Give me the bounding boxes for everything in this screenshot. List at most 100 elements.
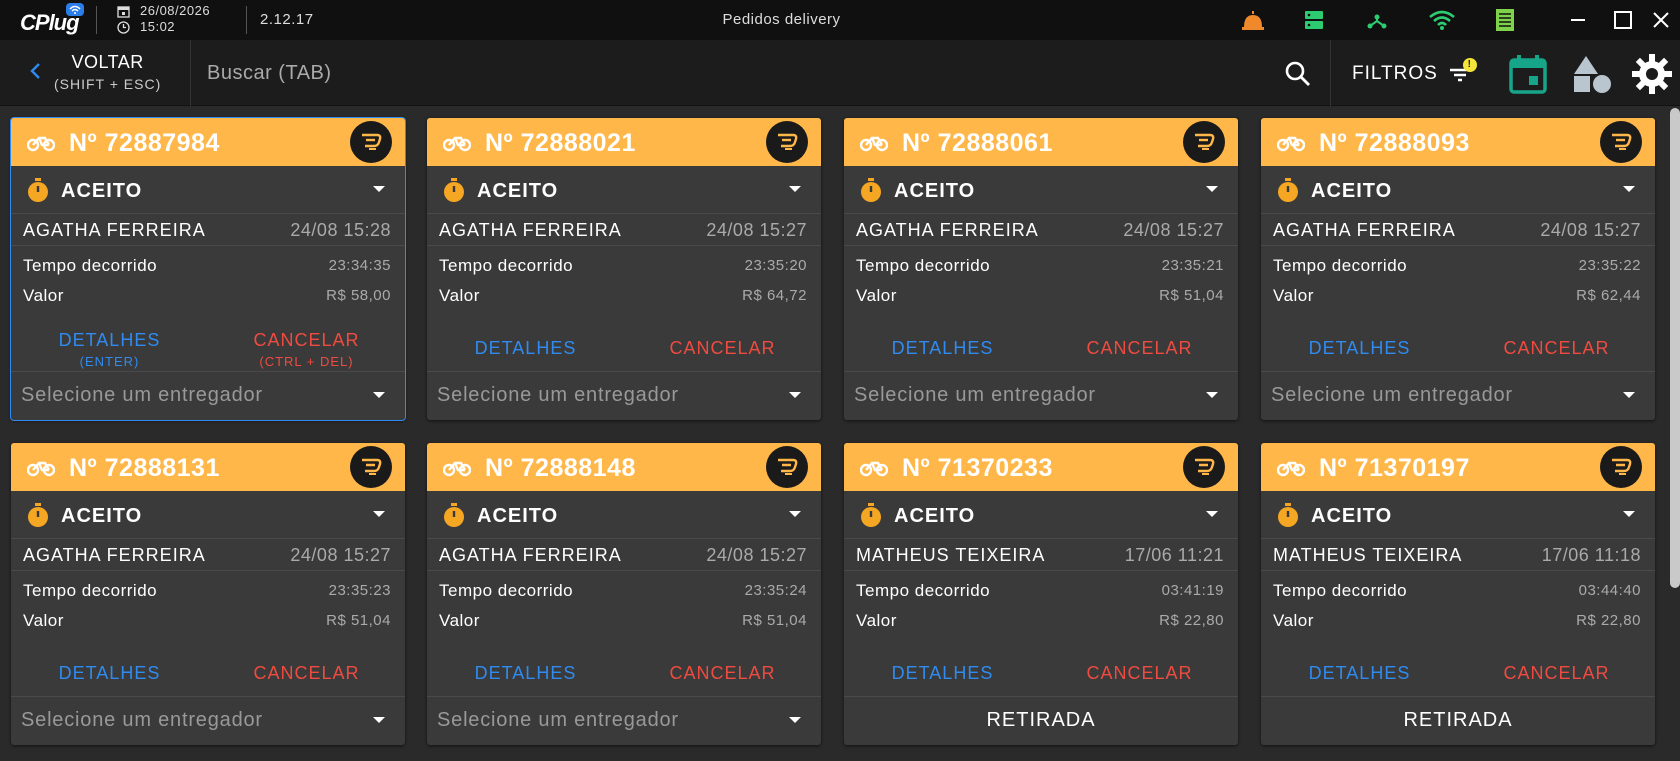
orders-grid: Nº 72887984 ACEITO AGATHA FERREIRA 24/08… [0,106,1668,761]
courier-select[interactable]: Selecione um entregador [427,697,821,745]
order-header: Nº 72888061 [844,118,1238,166]
calendar-icon[interactable] [1506,52,1550,96]
cancel-button[interactable]: CANCELAR [624,651,821,697]
order-card[interactable]: Nº 72888093 ACEITO AGATHA FERREIRA 24/08… [1261,118,1655,420]
cancel-button[interactable]: CANCELAR (CTRL + DEL) [208,326,405,372]
value-label: Valor [856,286,897,305]
courier-select[interactable]: Selecione um entregador [1261,372,1655,420]
details-button[interactable]: DETALHES [427,326,624,372]
courier-select[interactable]: Selecione um entregador [844,372,1238,420]
settings-gear-icon[interactable] [1630,52,1674,96]
cancel-label: CANCELAR [1503,663,1610,683]
cancel-button[interactable]: CANCELAR [624,326,821,372]
order-card[interactable]: Nº 72888148 ACEITO AGATHA FERREIRA 24/08… [427,443,821,745]
motorcycle-icon [443,136,471,152]
order-number: Nº 72888148 [485,454,636,482]
elapsed-label: Tempo decorrido [439,256,574,275]
order-value: R$ 22,80 [1576,612,1641,629]
client-row: AGATHA FERREIRA 24/08 15:27 [1261,214,1655,246]
back-button[interactable]: VOLTAR (SHIFT + ESC) [20,46,190,98]
details-button[interactable]: DETALHES [11,651,208,697]
order-value: R$ 51,04 [1159,287,1224,304]
shapes-icon[interactable] [1570,52,1614,96]
elapsed-label: Tempo decorrido [23,256,158,275]
status-select[interactable]: ACEITO [11,491,405,539]
client-row: MATHEUS TEIXEIRA 17/06 11:18 [1261,539,1655,571]
cancel-label: CANCELAR [1086,663,1193,683]
order-card[interactable]: Nº 72888061 ACEITO AGATHA FERREIRA 24/08… [844,118,1238,420]
maximize-icon[interactable] [1608,6,1638,34]
elapsed-label: Tempo decorrido [856,581,991,600]
order-card[interactable]: Nº 72888021 ACEITO AGATHA FERREIRA 24/08… [427,118,821,420]
delivery-platform-icon [1600,121,1642,163]
network-hub-icon[interactable] [1366,6,1388,34]
status-label: ACEITO [477,505,559,527]
close-icon[interactable] [1646,6,1676,34]
search-icon[interactable] [1282,58,1314,90]
minimize-icon[interactable] [1563,6,1593,34]
motorcycle-icon [1277,136,1305,152]
stopwatch-icon [1278,178,1298,202]
order-card[interactable]: Nº 71370233 ACEITO MATHEUS TEIXEIRA 17/0… [844,443,1238,745]
details-button[interactable]: DETALHES [427,651,624,697]
order-card[interactable]: Nº 72888131 ACEITO AGATHA FERREIRA 24/08… [11,443,405,745]
scrollbar-thumb[interactable] [1670,108,1680,588]
order-datetime: 24/08 15:27 [1540,220,1641,240]
order-value: R$ 62,44 [1576,287,1641,304]
cancel-button[interactable]: CANCELAR [1458,651,1655,697]
order-datetime: 17/06 11:21 [1124,545,1224,565]
order-card[interactable]: Nº 72887984 ACEITO AGATHA FERREIRA 24/08… [10,117,406,421]
status-select[interactable]: ACEITO [1261,491,1655,539]
elapsed-value: 23:35:24 [744,582,807,599]
status-select[interactable]: ACEITO [1261,166,1655,214]
stopwatch-icon [1278,503,1298,527]
order-value: R$ 58,00 [326,287,391,304]
elapsed-label: Tempo decorrido [23,581,158,600]
order-card[interactable]: Nº 71370197 ACEITO MATHEUS TEIXEIRA 17/0… [1261,443,1655,745]
status-select[interactable]: ACEITO [844,166,1238,214]
details-button[interactable]: DETALHES [844,326,1041,372]
cancel-button[interactable]: CANCELAR [1041,326,1238,372]
courier-select[interactable]: Selecione um entregador [11,697,405,745]
alarm-icon[interactable] [1240,6,1266,34]
details-button[interactable]: DETALHES [1261,651,1458,697]
courier-select[interactable]: Selecione um entregador [427,372,821,420]
status-select[interactable]: ACEITO [11,166,405,214]
filters-label: FILTROS [1352,63,1438,84]
details-label: DETALHES [474,663,577,683]
cancel-button[interactable]: CANCELAR [1458,326,1655,372]
cancel-button[interactable]: CANCELAR [1041,651,1238,697]
server-icon[interactable] [1304,6,1324,34]
elapsed-row: Tempo decorrido 03:44:40 [1273,579,1641,603]
elapsed-row: Tempo decorrido 03:41:19 [856,579,1224,603]
dropdown-arrow-icon [1623,511,1635,517]
details-label: DETALHES [58,330,161,350]
elapsed-row: Tempo decorrido 23:35:21 [856,254,1224,278]
scrollbar[interactable] [1668,106,1680,761]
delivery-platform-icon [1183,446,1225,488]
order-number: Nº 71370233 [902,454,1053,482]
delivery-platform-icon [1183,121,1225,163]
status-select[interactable]: ACEITO [427,491,821,539]
status-select[interactable]: ACEITO [844,491,1238,539]
order-number: Nº 71370197 [1319,454,1470,482]
client-name: MATHEUS TEIXEIRA [1273,545,1463,565]
value-label: Valor [439,611,480,630]
back-shortcut: (SHIFT + ESC) [54,76,162,92]
courier-select[interactable]: Selecione um entregador [11,372,405,420]
order-datetime: 17/06 11:18 [1541,545,1641,565]
receipt-icon[interactable] [1494,6,1516,34]
value-label: Valor [23,286,64,305]
status-select[interactable]: ACEITO [427,166,821,214]
details-shortcut: (ENTER) [79,354,140,369]
details-button[interactable]: DETALHES (ENTER) [11,326,208,372]
wifi-icon[interactable] [1428,6,1456,34]
search-input[interactable] [207,58,1247,88]
filters-button[interactable]: FILTROS ! [1352,58,1477,90]
cancel-button[interactable]: CANCELAR [208,651,405,697]
elapsed-row: Tempo decorrido 23:35:22 [1273,254,1641,278]
delivery-platform-icon [350,121,392,163]
order-value: R$ 64,72 [742,287,807,304]
details-button[interactable]: DETALHES [844,651,1041,697]
details-button[interactable]: DETALHES [1261,326,1458,372]
